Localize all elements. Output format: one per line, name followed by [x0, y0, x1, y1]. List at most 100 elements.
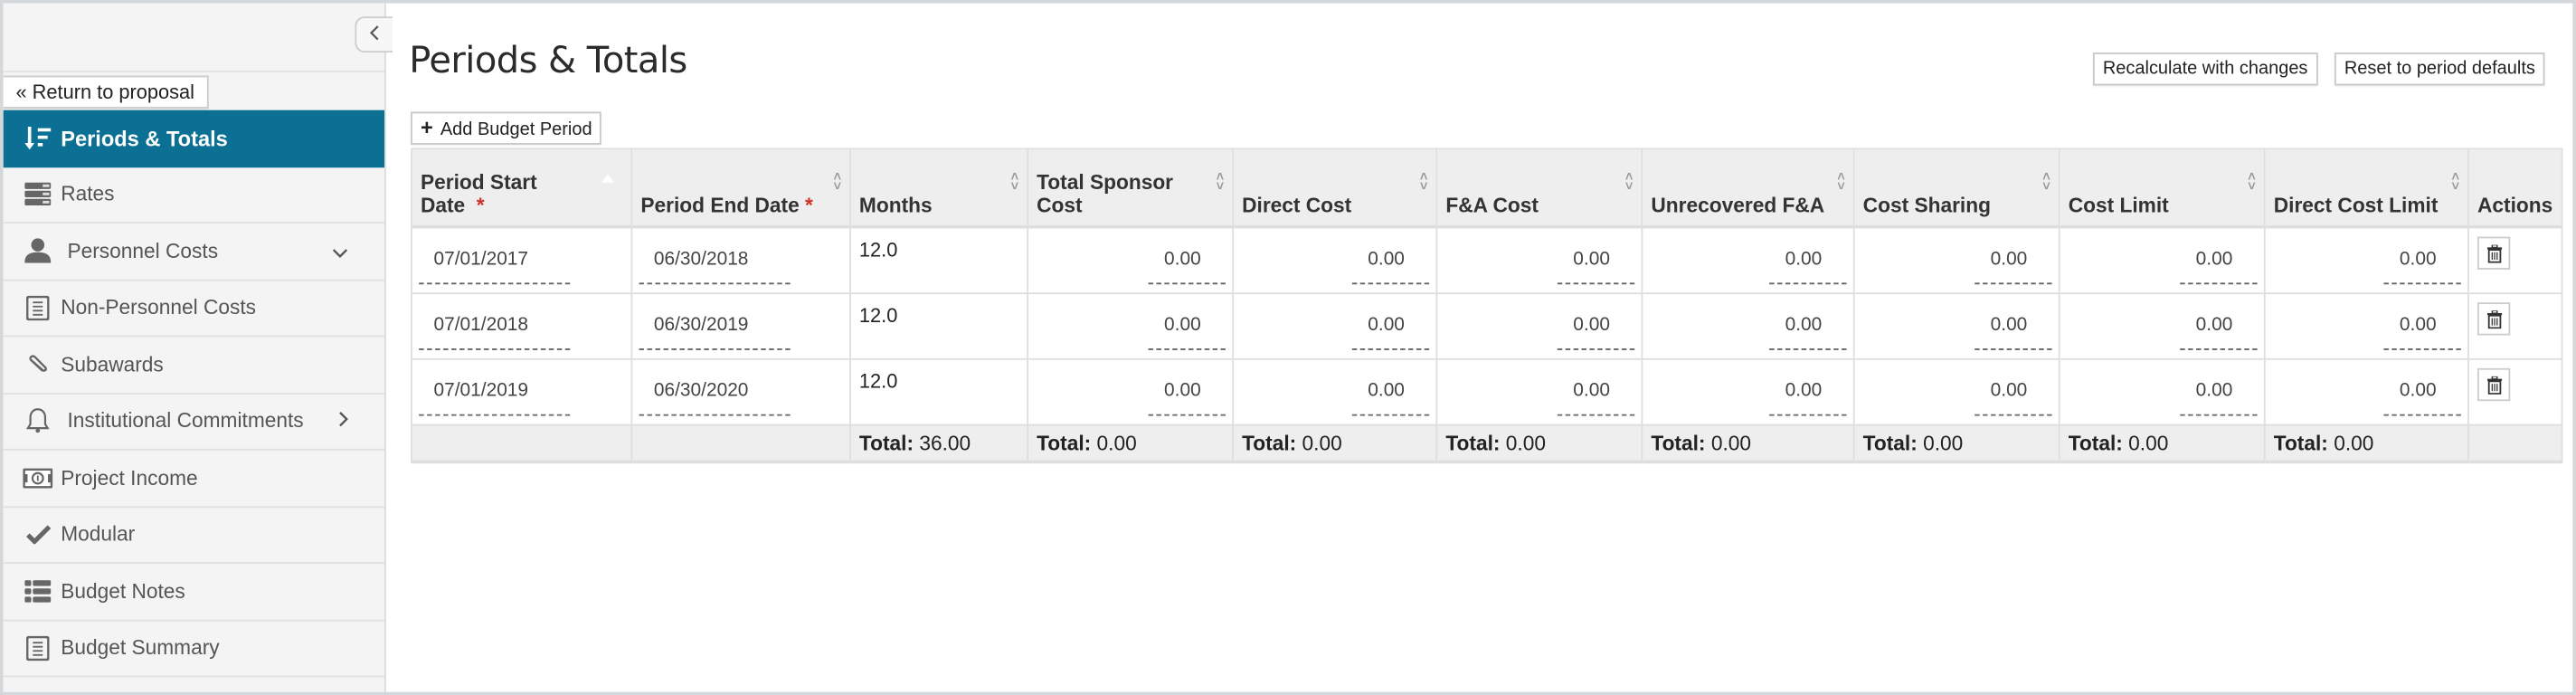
fa-cost-field[interactable]: 0.00 [1435, 357, 1643, 426]
column-label: F&A Cost [1445, 194, 1539, 217]
column-header-direct-cost[interactable]: Direct Cost ˄ ˅ [1232, 148, 1438, 229]
sidebar-item-label: Institutional Commitments [67, 409, 304, 433]
column-header-period-end-date[interactable]: Period End Date * ˄ ˅ [630, 148, 851, 229]
sidebar-item-label: Budget Summary [61, 636, 220, 660]
column-label: Period Start [420, 170, 537, 195]
sort-icon[interactable]: ˄ ˅ [1420, 170, 1427, 193]
sidebar-item-subawards[interactable]: Subawards [3, 337, 385, 395]
sort-ascending-icon[interactable] [601, 174, 615, 183]
sidebar-item-modular[interactable]: Modular [3, 507, 385, 564]
required-marker: * [805, 194, 813, 217]
sort-icon[interactable]: ˄ ˅ [1625, 170, 1633, 193]
page-title: Periods & Totals [409, 41, 687, 82]
fa-cost-field[interactable]: 0.00 [1435, 292, 1643, 360]
chevron-right-icon[interactable] [338, 410, 348, 433]
cost-limit-value: 0.00 [2195, 250, 2233, 270]
total-direct-cost: Total: 0.00 [1232, 424, 1438, 464]
total-sponsor-cost-value: 0.00 [1164, 381, 1201, 402]
total-sponsor-cost-field[interactable]: 0.00 [1027, 292, 1235, 360]
cost-sharing-field[interactable]: 0.00 [1852, 292, 2060, 360]
sidebar-item-personnel-costs[interactable]: Personnel Costs [3, 224, 385, 281]
column-label: Direct Cost [1242, 194, 1352, 217]
unrecovered-fa-field[interactable]: 0.00 [1641, 292, 1855, 360]
editable-underline [1557, 414, 1635, 416]
delete-period-button[interactable] [2477, 302, 2511, 336]
return-to-proposal-button[interactable]: « Return to proposal [3, 75, 209, 109]
add-budget-period-button[interactable]: + Add Budget Period [411, 111, 602, 145]
unrecovered-fa-field[interactable]: 0.00 [1641, 357, 1855, 426]
cost-limit-value: 0.00 [2195, 381, 2233, 402]
sort-icon[interactable]: ˄ ˅ [1837, 170, 1844, 193]
cost-limit-field[interactable]: 0.00 [2058, 357, 2266, 426]
end-date-field[interactable]: 06/30/2020 [630, 357, 851, 426]
column-header-total-sponsor-cost[interactable]: Total Sponsor Cost ˄ ˅ [1027, 148, 1235, 229]
total-sponsor-cost-field[interactable]: 0.00 [1027, 225, 1235, 295]
sort-icon[interactable]: ˄ ˅ [1011, 170, 1018, 193]
trash-icon [2486, 309, 2502, 328]
editable-underline [1769, 348, 1847, 350]
sidebar-item-budget-notes[interactable]: Budget Notes [3, 564, 385, 621]
column-header-cost-sharing[interactable]: Cost Sharing ˄ ˅ [1852, 148, 2060, 229]
end-date-field[interactable]: 06/30/2019 [630, 292, 851, 360]
direct-cost-limit-field[interactable]: 0.00 [2263, 225, 2469, 295]
unrecovered-fa-field[interactable]: 0.00 [1641, 225, 1855, 295]
cost-sharing-field[interactable]: 0.00 [1852, 225, 2060, 295]
table-row: 07/01/2017 06/30/2018 12.0 0.00 0.00 0.00 0.00… [411, 225, 2563, 295]
end-date-value: 06/30/2018 [653, 250, 749, 270]
delete-period-button[interactable] [2477, 236, 2511, 270]
cost-sharing-field[interactable]: 0.00 [1852, 357, 2060, 426]
column-header-unrecovered-fa[interactable]: Unrecovered F&A ˄ ˅ [1641, 148, 1855, 229]
direct-cost-value: 0.00 [1368, 250, 1405, 270]
editable-underline [2383, 282, 2461, 285]
direct-cost-field[interactable]: 0.00 [1232, 292, 1438, 360]
sidebar-item-label: Non-Personnel Costs [61, 296, 257, 319]
delete-period-button[interactable] [2477, 367, 2511, 402]
sort-icon[interactable]: ˄ ˅ [1217, 170, 1224, 193]
start-date-field[interactable]: 07/01/2018 [411, 292, 633, 360]
column-header-fa-cost[interactable]: F&A Cost ˄ ˅ [1435, 148, 1643, 229]
user-icon [23, 238, 52, 264]
sidebar-item-label: Budget Notes [61, 579, 185, 604]
column-label: Total Sponsor Cost [1037, 170, 1174, 217]
sidebar-item-periods-totals[interactable]: Periods & Totals [3, 109, 385, 167]
column-label: Date [420, 194, 466, 217]
editable-underline [1975, 414, 2052, 416]
chevron-down-icon[interactable] [332, 240, 348, 262]
direct-cost-limit-field[interactable]: 0.00 [2263, 292, 2469, 360]
sidebar-item-non-personnel-costs[interactable]: Non-Personnel Costs [3, 281, 385, 338]
start-date-field[interactable]: 07/01/2019 [411, 357, 633, 426]
editable-underline [2383, 348, 2461, 350]
direct-cost-limit-value: 0.00 [2399, 250, 2437, 270]
recalculate-button[interactable]: Recalculate with changes [2092, 52, 2318, 86]
sidebar-item-project-income[interactable]: Project Income [3, 451, 385, 508]
chevron-left-icon [369, 25, 379, 41]
sidebar-item-rates[interactable]: Rates [3, 167, 385, 224]
sort-icon[interactable]: ˄ ˅ [2452, 170, 2459, 193]
total-sponsor-cost-field[interactable]: 0.00 [1027, 357, 1235, 426]
table-row: 07/01/2018 06/30/2019 12.0 0.00 0.00 0.00 0.00… [411, 292, 2563, 360]
sidebar-item-institutional-commitments[interactable]: Institutional Commitments [3, 394, 385, 451]
sidebar-item-budget-summary[interactable]: Budget Summary [3, 621, 385, 678]
total-unrecovered-fa: Total: 0.00 [1641, 424, 1855, 464]
collapse-sidebar-button[interactable] [355, 16, 393, 53]
start-date-field[interactable]: 07/01/2017 [411, 225, 633, 295]
fa-cost-field[interactable]: 0.00 [1435, 225, 1643, 295]
direct-cost-value: 0.00 [1368, 315, 1405, 336]
direct-cost-field[interactable]: 0.00 [1232, 225, 1438, 295]
column-header-months[interactable]: Months ˄ ˅ [849, 148, 1029, 229]
cost-limit-field[interactable]: 0.00 [2058, 225, 2266, 295]
direct-cost-field[interactable]: 0.00 [1232, 357, 1438, 426]
editable-underline [1148, 282, 1226, 285]
end-date-field[interactable]: 06/30/2018 [630, 225, 851, 295]
column-header-period-start-date[interactable]: Period Start Date * [411, 148, 633, 229]
column-header-direct-cost-limit[interactable]: Direct Cost Limit ˄ ˅ [2263, 148, 2469, 229]
reset-defaults-button[interactable]: Reset to period defaults [2334, 52, 2545, 86]
cost-limit-field[interactable]: 0.00 [2058, 292, 2266, 360]
column-header-cost-limit[interactable]: Cost Limit ˄ ˅ [2058, 148, 2266, 229]
sort-icon[interactable]: ˄ ˅ [2248, 170, 2255, 193]
cost-sharing-value: 0.00 [1990, 381, 2028, 402]
sort-icon[interactable]: ˄ ˅ [833, 170, 840, 193]
sort-icon[interactable]: ˄ ˅ [2042, 170, 2050, 193]
direct-cost-limit-field[interactable]: 0.00 [2263, 357, 2469, 426]
plus-icon: + [420, 115, 433, 140]
